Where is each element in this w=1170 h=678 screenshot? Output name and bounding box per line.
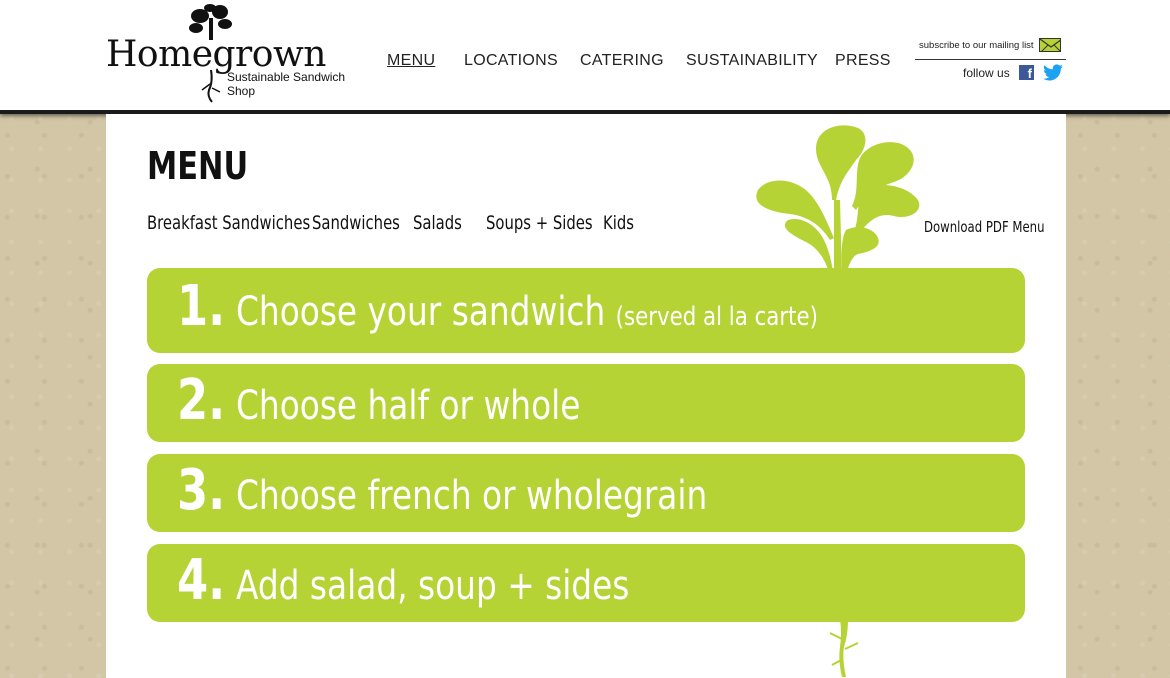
step-number: 4.: [177, 548, 226, 613]
step-3-card: 3. Choose french or wholegrain: [147, 454, 1025, 532]
utility-divider: [915, 59, 1066, 60]
nav-item-sustainability[interactable]: SUSTAINABILITY: [686, 52, 818, 70]
mail-icon[interactable]: [1039, 38, 1061, 52]
subscribe-link[interactable]: subscribe to our mailing list: [919, 40, 1034, 51]
nav-item-press[interactable]: PRESS: [835, 52, 891, 70]
step-text: Choose french or wholegrain: [236, 473, 708, 519]
nav-item-locations[interactable]: LOCATIONS: [464, 52, 558, 70]
step-1-card: 1. Choose your sandwich (served al la ca…: [147, 268, 1025, 353]
radish-root-illustration: [829, 619, 859, 677]
brand-tagline: Sustainable Sandwich Shop: [227, 70, 346, 98]
subnav-breakfast-sandwiches[interactable]: Breakfast Sandwiches: [147, 212, 310, 234]
twitter-icon[interactable]: [1042, 64, 1064, 82]
step-number: 2.: [177, 368, 226, 433]
download-pdf-menu-link[interactable]: Download PDF Menu: [924, 218, 1045, 236]
follow-us-label: follow us: [963, 66, 1010, 80]
step-2-card: 2. Choose half or whole: [147, 364, 1025, 442]
subnav-salads[interactable]: Salads: [413, 212, 462, 234]
radish-leaves-illustration: [756, 125, 920, 276]
step-text-main: Choose your sandwich: [236, 289, 606, 335]
homegrown-logo[interactable]: Homegrown Sustainable Sandwich Shop: [104, 4, 364, 104]
step-text: Choose your sandwich (served al la carte…: [236, 289, 818, 335]
nav-item-menu[interactable]: MENU: [387, 52, 435, 70]
subnav-soups-sides[interactable]: Soups + Sides: [486, 212, 593, 234]
nav-item-catering[interactable]: CATERING: [580, 52, 664, 70]
facebook-icon[interactable]: f: [1019, 65, 1034, 80]
content-panel: MENU Breakfast Sandwiches Sandwiches Sal…: [106, 114, 1066, 678]
step-note: (served al la carte): [616, 302, 819, 332]
step-number: 1.: [177, 274, 226, 339]
step-4-card: 4. Add salad, soup + sides: [147, 544, 1025, 622]
page-title: MENU: [147, 144, 249, 188]
step-text: Choose half or whole: [236, 383, 581, 429]
site-header: Homegrown Sustainable Sandwich Shop MENU…: [0, 0, 1170, 114]
subnav-kids[interactable]: Kids: [603, 212, 634, 234]
step-text: Add salad, soup + sides: [236, 563, 630, 609]
brand-name: Homegrown: [106, 34, 326, 75]
step-number: 3.: [177, 458, 226, 523]
subnav-sandwiches[interactable]: Sandwiches: [312, 212, 400, 234]
